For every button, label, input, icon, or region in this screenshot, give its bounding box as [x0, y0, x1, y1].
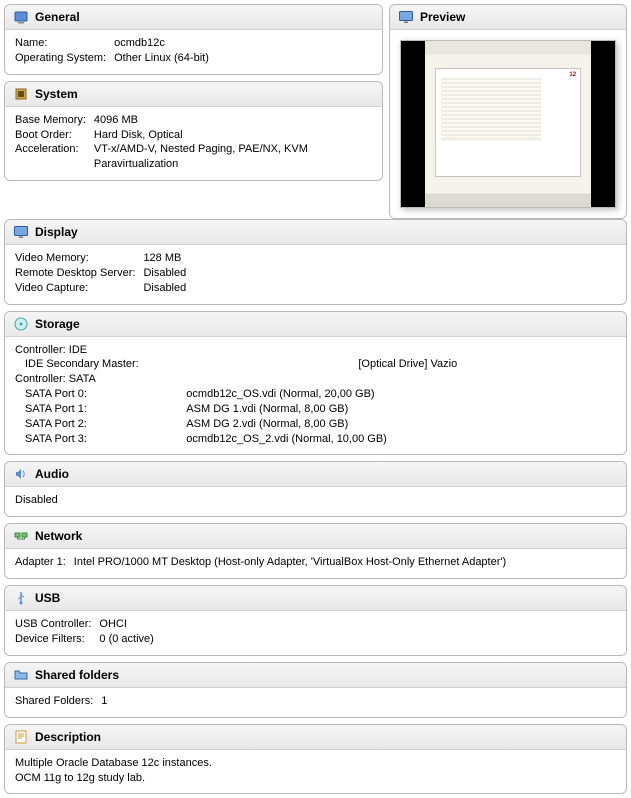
usb-ctrl-label: USB Controller:: [15, 617, 99, 632]
sata3-label: SATA Port 3:: [15, 432, 186, 447]
controller-sata: Controller: SATA: [15, 372, 616, 387]
network-title: Network: [35, 529, 82, 543]
display-icon: [13, 224, 29, 240]
sata1-value: ASM DG 1.vdi (Normal, 8,00 GB): [186, 402, 616, 417]
preview-thumbnail[interactable]: 12: [400, 40, 616, 208]
network-icon: [13, 528, 29, 544]
description-line-2: OCM 11g to 12g study lab.: [15, 771, 616, 786]
name-value: ocmdb12c: [114, 36, 209, 51]
preview-panel: Preview 12: [389, 4, 627, 219]
usb-title: USB: [35, 591, 60, 605]
general-title: General: [35, 10, 80, 24]
storage-panel: Storage Controller: IDE IDE Secondary Ma…: [4, 311, 627, 456]
shared-folders-header[interactable]: Shared folders: [5, 663, 626, 688]
vcap-label: Video Capture:: [15, 281, 143, 296]
monitor-icon: [398, 9, 414, 25]
disk-icon: [13, 316, 29, 332]
shared-label: Shared Folders:: [15, 694, 101, 709]
storage-title: Storage: [35, 317, 80, 331]
boot-value: Hard Disk, Optical: [94, 128, 308, 143]
vmem-label: Video Memory:: [15, 251, 143, 266]
shared-folders-panel: Shared folders Shared Folders:1: [4, 662, 627, 718]
sata2-value: ASM DG 2.vdi (Normal, 8,00 GB): [186, 417, 616, 432]
sata0-value: ocmdb12c_OS.vdi (Normal, 20,00 GB): [186, 387, 616, 402]
basemem-value: 4096 MB: [94, 113, 308, 128]
shared-folders-title: Shared folders: [35, 668, 119, 682]
audio-header[interactable]: Audio: [5, 462, 626, 487]
general-header[interactable]: General: [5, 5, 382, 30]
os-value: Other Linux (64-bit): [114, 51, 209, 66]
storage-header[interactable]: Storage: [5, 312, 626, 337]
description-icon: [13, 729, 29, 745]
general-panel: General Name:ocmdb12c Operating System:O…: [4, 4, 383, 75]
folder-icon: [13, 667, 29, 683]
audio-status: Disabled: [15, 493, 616, 508]
usb-header[interactable]: USB: [5, 586, 626, 611]
general-icon: [13, 9, 29, 25]
rds-value: Disabled: [143, 266, 186, 281]
display-panel: Display Video Memory:128 MB Remote Deskt…: [4, 219, 627, 305]
audio-title: Audio: [35, 467, 69, 481]
network-panel: Network Adapter 1:Intel PRO/1000 MT Desk…: [4, 523, 627, 579]
adapter-label: Adapter 1:: [15, 555, 74, 570]
vmem-value: 128 MB: [143, 251, 186, 266]
sata1-label: SATA Port 1:: [15, 402, 186, 417]
vcap-value: Disabled: [143, 281, 186, 296]
description-title: Description: [35, 730, 101, 744]
audio-panel: Audio Disabled: [4, 461, 627, 517]
basemem-label: Base Memory:: [15, 113, 94, 128]
adapter-value: Intel PRO/1000 MT Desktop (Host-only Ada…: [74, 555, 506, 570]
sata0-label: SATA Port 0:: [15, 387, 186, 402]
description-line-1: Multiple Oracle Database 12c instances.: [15, 756, 616, 771]
chip-icon: [13, 86, 29, 102]
description-header[interactable]: Description: [5, 725, 626, 750]
usb-filters-value: 0 (0 active): [99, 632, 153, 647]
usb-filters-label: Device Filters:: [15, 632, 99, 647]
preview-header[interactable]: Preview: [390, 5, 626, 30]
network-header[interactable]: Network: [5, 524, 626, 549]
name-label: Name:: [15, 36, 114, 51]
os-label: Operating System:: [15, 51, 114, 66]
sata2-label: SATA Port 2:: [15, 417, 186, 432]
usb-panel: USB USB Controller:OHCI Device Filters:0…: [4, 585, 627, 656]
preview-badge: 12: [567, 71, 578, 79]
boot-label: Boot Order:: [15, 128, 94, 143]
ide-sm-label: IDE Secondary Master:: [15, 357, 358, 372]
preview-title: Preview: [420, 10, 465, 24]
accel-value-1: VT-x/AMD-V, Nested Paging, PAE/NX, KVM: [94, 142, 308, 157]
sata3-value: ocmdb12c_OS_2.vdi (Normal, 10,00 GB): [186, 432, 616, 447]
rds-label: Remote Desktop Server:: [15, 266, 143, 281]
description-panel: Description Multiple Oracle Database 12c…: [4, 724, 627, 795]
usb-icon: [13, 590, 29, 606]
display-title: Display: [35, 225, 78, 239]
system-header[interactable]: System: [5, 82, 382, 107]
ide-sm-value: [Optical Drive] Vazio: [358, 357, 616, 372]
usb-ctrl-value: OHCI: [99, 617, 153, 632]
display-header[interactable]: Display: [5, 220, 626, 245]
shared-value: 1: [101, 694, 107, 709]
accel-label: Acceleration:: [15, 142, 94, 157]
controller-ide: Controller: IDE: [15, 343, 616, 358]
speaker-icon: [13, 466, 29, 482]
system-title: System: [35, 87, 78, 101]
accel-value-2: Paravirtualization: [94, 157, 308, 172]
system-panel: System Base Memory:4096 MB Boot Order:Ha…: [4, 81, 383, 181]
